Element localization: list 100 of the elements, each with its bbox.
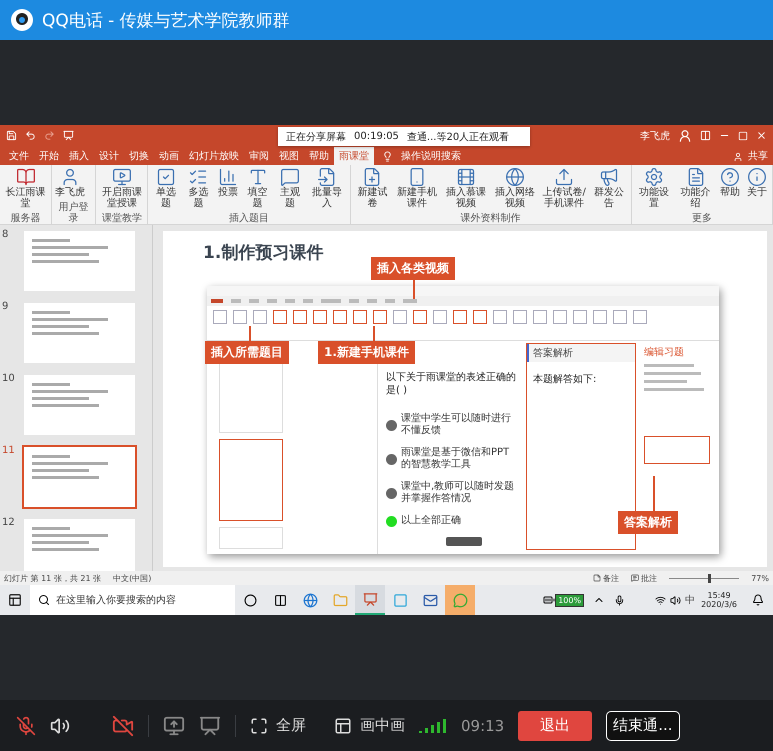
ribbon-button[interactable]: 群发公告 [589,166,629,214]
callout-label: 插入所需题目 [205,341,289,364]
ribbon-button[interactable]: 填空题 [242,166,274,214]
maximize-icon[interactable] [738,130,748,141]
ribbon-button[interactable]: 功能介绍 [675,166,716,214]
group-label: 课外资料制作 [460,213,522,224]
zoom-level: 77% [751,574,769,583]
ribbon-button[interactable]: 新建手机课件 [393,166,442,214]
ribbon-tab[interactable]: 切换 [124,146,154,165]
share-icon [733,152,743,162]
taskbar-clock: 15:49 2020/3/6 [700,591,738,609]
ribbon-tab[interactable]: 开始 [34,146,64,165]
share-duration: 00:19:05 [354,131,399,142]
ribbon-tab[interactable]: 文件 [4,146,34,165]
ribbon-button[interactable]: 插入慕课视频 [442,166,490,214]
tell-me-search[interactable]: 操作说明搜索 [396,146,466,165]
ribbon-tab[interactable]: 设计 [94,146,124,165]
ribbon-tab[interactable]: 视图 [274,146,304,165]
option-text: 以上全部正确 [401,515,461,528]
ribbon-tab[interactable]: 帮助 [304,146,334,165]
ribbon-button[interactable]: 新建试卷 [352,166,392,214]
end-call-button[interactable]: 结束通... [606,710,680,740]
ribbon-tab[interactable]: 插入 [64,146,94,165]
ribbon-tab[interactable]: 雨课堂 [334,146,374,165]
editor-title: 编辑习题 [644,346,685,360]
undo-icon[interactable] [25,130,36,142]
slide-number: 12 [2,517,16,530]
picture-in-picture-button[interactable]: 画中画 [334,716,405,735]
ribbon-button[interactable]: 单选题 [150,166,182,214]
fullscreen-button[interactable]: 全屏 [250,716,306,735]
microphone-icon [614,594,626,606]
exit-button[interactable]: 退出 [518,710,592,740]
slide-number: 11 [2,445,16,458]
search-icon [38,594,50,606]
taskbar-search-field[interactable]: 在这里输入你要搜索的内容 [30,585,235,615]
microphone-muted-icon[interactable] [16,716,36,736]
volume-icon [670,594,682,606]
ribbon-button[interactable]: 上传试卷/手机课件 [540,166,588,214]
leader-line [413,279,415,300]
note-icon [593,574,602,582]
language: 中文(中国) [113,572,152,584]
group-label: 课堂教学 [100,213,143,224]
ribbon-tab[interactable]: 幻灯片放映 [184,146,244,165]
play-icon [112,166,132,187]
group-label: 插入题目 [228,213,270,224]
comments-button[interactable]: 批注 [631,572,658,584]
ribbon-button[interactable]: 主观题 [274,166,306,214]
ribbon-button[interactable]: 插入网络视频 [491,166,540,214]
text-icon [248,166,268,187]
comment-icon [631,574,640,582]
checkbox-icon [156,166,176,187]
avatar-icon [678,128,692,143]
highlight-frame [644,436,710,464]
bar-chart-icon [218,166,238,187]
speaker-icon[interactable] [50,716,70,736]
presentation-app-icon[interactable] [355,585,385,615]
wifi-icon [655,594,666,606]
slide-thumbnail[interactable] [22,445,137,510]
ribbon-button[interactable]: 投票 [215,166,242,214]
leader-line [653,476,655,512]
megaphone-icon [598,166,619,187]
slideshow-icon[interactable] [63,130,74,142]
ribbon-button[interactable]: 多选题 [182,166,214,214]
ribbon-tab[interactable]: 审阅 [244,146,274,165]
window-title: QQ电话 - 传媒与艺术学院教师群 [42,10,290,32]
lightbulb-icon [382,150,393,162]
new-file-icon [362,166,382,187]
film-icon [456,166,476,187]
globe-icon [505,166,526,187]
qq-logo-icon [10,8,34,32]
group-label: 用户登录 [58,202,90,224]
slide-number: 8 [2,229,10,242]
document-icon [686,166,706,187]
ribbon-button[interactable]: 关于 [744,166,770,214]
book-icon [16,166,36,187]
notes-button[interactable]: 备注 [593,572,620,584]
settings-icon [644,166,664,187]
slide-title: 1.制作预习课件 [203,242,324,264]
slide-number: 9 [2,301,10,314]
presentation-icon[interactable] [199,714,221,736]
share-button[interactable]: 共享 [743,146,773,165]
input-method[interactable]: 中 [685,593,696,607]
close-icon[interactable] [756,130,767,142]
ribbon-button[interactable]: 批量导入 [306,166,348,214]
save-icon[interactable] [6,130,17,142]
ribbon-display-icon[interactable] [700,130,711,142]
ribbon-button[interactable]: 长江雨课堂 [2,166,50,214]
ribbon-button[interactable]: 李飞虎 [54,166,86,202]
submit-bar [446,537,482,546]
import-icon [317,166,338,187]
battery-icon [543,594,556,606]
ribbon-button[interactable]: 功能设置 [634,166,674,214]
ribbon-tab[interactable]: 动画 [154,146,184,165]
ribbon-button[interactable]: 开启雨课堂授课 [98,166,146,214]
ribbon-button[interactable]: 帮助 [716,166,743,214]
camera-off-icon[interactable] [112,714,134,736]
screen-share-icon[interactable] [163,714,185,736]
option-text: 雨课堂是基于微信和PPT的智慧教学工具 [401,447,510,472]
fullscreen-icon [250,716,268,734]
battery-level: 100% [555,594,584,606]
